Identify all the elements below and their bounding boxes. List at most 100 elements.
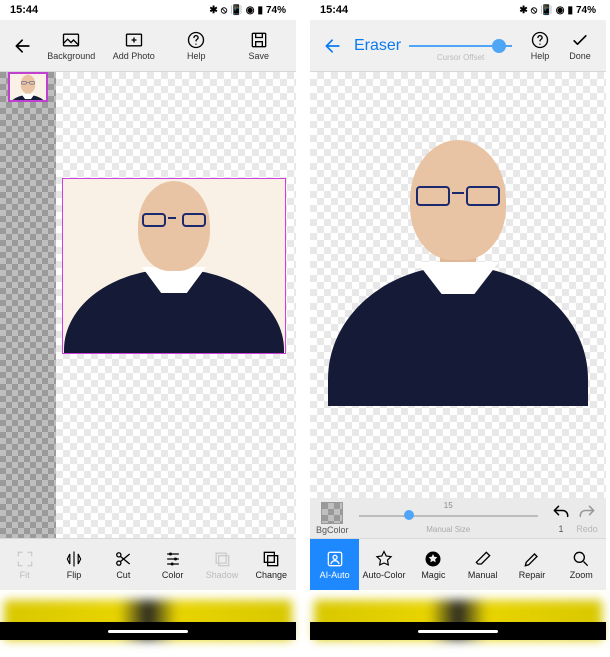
ai-auto-button[interactable]: AI-Auto <box>310 539 359 590</box>
add-photo-label: Add Photo <box>113 51 155 61</box>
battery-pct: 74% <box>266 5 286 16</box>
search-icon <box>571 549 591 569</box>
help-button[interactable]: Help <box>165 30 228 61</box>
battery-pct: 74% <box>576 5 596 16</box>
auto-color-button[interactable]: Auto-Color <box>359 539 408 590</box>
help-label: Help <box>187 51 206 61</box>
repair-button[interactable]: Repair <box>507 539 556 590</box>
fit-label: Fit <box>20 570 30 580</box>
zoom-button[interactable]: Zoom <box>557 539 606 590</box>
ai-auto-label: AI-Auto <box>320 570 350 580</box>
undo-button[interactable]: 1 <box>548 503 574 534</box>
slider-thumb[interactable] <box>404 510 414 520</box>
zoom-label: Zoom <box>570 570 593 580</box>
selected-photo[interactable] <box>62 178 286 354</box>
undo-icon <box>551 503 571 523</box>
sliders-icon <box>163 549 183 569</box>
manual-size-label: Manual Size <box>426 525 470 534</box>
redo-button[interactable]: Redo <box>574 503 600 534</box>
redo-label: Redo <box>576 524 598 534</box>
color-label: Color <box>162 570 184 580</box>
nav-pill <box>418 630 498 633</box>
flip-label: Flip <box>67 570 82 580</box>
star-outline-icon <box>374 549 394 569</box>
bluetooth-icon: ✱ <box>209 5 217 16</box>
background-button[interactable]: Background <box>40 30 103 61</box>
help-icon <box>186 30 206 50</box>
bgcolor-button[interactable]: BgColor <box>316 502 349 535</box>
magic-label: Magic <box>421 570 445 580</box>
canvas-area[interactable] <box>310 72 606 498</box>
status-time: 15:44 <box>320 4 348 16</box>
done-label: Done <box>569 51 591 61</box>
flip-button[interactable]: Flip <box>49 539 98 590</box>
canvas-area[interactable] <box>0 72 296 538</box>
battery-icon: ▮ <box>257 5 263 16</box>
add-photo-icon <box>124 30 144 50</box>
dnd-icon: ⦸ <box>221 5 228 16</box>
flip-icon <box>64 549 84 569</box>
nav-pill <box>108 630 188 633</box>
help-button[interactable]: Help <box>520 30 560 61</box>
top-toolbar: Eraser Cursor Offset Help Done <box>310 20 606 72</box>
done-button[interactable]: Done <box>560 30 600 61</box>
undo-value: 1 <box>558 524 563 534</box>
eraser-icon <box>473 549 493 569</box>
add-photo-button[interactable]: Add Photo <box>103 30 166 61</box>
save-icon <box>249 30 269 50</box>
help-icon <box>530 30 550 50</box>
save-button[interactable]: Save <box>228 30 291 61</box>
auto-color-label: Auto-Color <box>362 570 405 580</box>
brush-settings-row: BgColor 15 Manual Size 1 Redo <box>310 498 606 538</box>
arrow-left-icon <box>323 36 343 56</box>
check-icon <box>570 30 590 50</box>
cursor-offset-label: Cursor Offset <box>437 53 484 62</box>
back-button[interactable] <box>316 36 350 56</box>
shadow-label: Shadow <box>206 570 239 580</box>
ai-auto-icon <box>325 549 345 569</box>
status-bar: 15:44 ✱ ⦸ 📳 ◉ ▮ 74% <box>310 0 606 20</box>
bgcolor-swatch-icon <box>321 502 343 524</box>
dnd-icon: ⦸ <box>531 5 538 16</box>
shadow-button[interactable]: Shadow <box>197 539 246 590</box>
cutout-photo[interactable] <box>310 72 606 498</box>
top-toolbar: Background Add Photo Help Save <box>0 20 296 72</box>
back-button[interactable] <box>6 36 40 56</box>
size-value: 15 <box>444 501 453 510</box>
cursor-offset-slider[interactable]: Cursor Offset <box>409 31 512 61</box>
screen-title: Eraser <box>354 37 401 55</box>
color-button[interactable]: Color <box>148 539 197 590</box>
help-label: Help <box>531 51 550 61</box>
layer-thumbnail[interactable] <box>8 72 48 102</box>
right-screen: 15:44 ✱ ⦸ 📳 ◉ ▮ 74% Eraser Cursor Offset… <box>310 0 606 640</box>
bottom-toolbar: AI-Auto Auto-Color Magic Manual Repair Z… <box>310 538 606 590</box>
bluetooth-icon: ✱ <box>519 5 527 16</box>
bottom-toolbar: Fit Flip Cut Color Shadow Change <box>0 538 296 590</box>
cut-button[interactable]: Cut <box>99 539 148 590</box>
magic-button[interactable]: Magic <box>409 539 458 590</box>
nav-bar <box>310 622 606 640</box>
cut-label: Cut <box>116 570 130 580</box>
image-icon <box>61 30 81 50</box>
status-bar: 15:44 ✱ ⦸ 📳 ◉ ▮ 74% <box>0 0 296 20</box>
left-screen: 15:44 ✱ ⦸ 📳 ◉ ▮ 74% Background Add Photo… <box>0 0 296 640</box>
slider-thumb[interactable] <box>492 39 506 53</box>
shadow-icon <box>212 549 232 569</box>
vibrate-icon: 📳 <box>230 5 242 16</box>
manual-button[interactable]: Manual <box>458 539 507 590</box>
bgcolor-label: BgColor <box>316 525 349 535</box>
manual-size-slider[interactable]: 15 Manual Size <box>359 503 538 533</box>
wifi-icon: ◉ <box>556 5 565 16</box>
status-time: 15:44 <box>10 4 38 16</box>
brush-icon <box>522 549 542 569</box>
arrow-left-icon <box>13 36 33 56</box>
battery-icon: ▮ <box>567 5 573 16</box>
scissors-icon <box>113 549 133 569</box>
main-canvas[interactable] <box>56 72 296 538</box>
save-label: Save <box>248 51 269 61</box>
status-icons: ✱ ⦸ 📳 ◉ ▮ 74% <box>519 5 596 16</box>
fit-icon <box>15 549 35 569</box>
wifi-icon: ◉ <box>246 5 255 16</box>
change-button[interactable]: Change <box>247 539 296 590</box>
fit-button[interactable]: Fit <box>0 539 49 590</box>
